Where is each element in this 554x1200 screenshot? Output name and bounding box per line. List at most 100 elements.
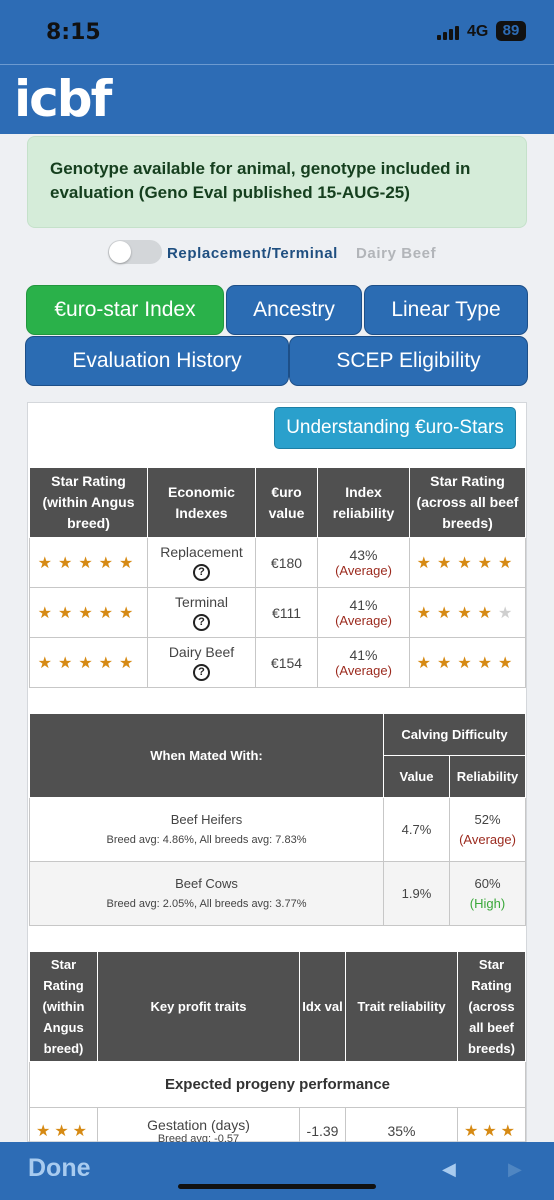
star-icon: ★ xyxy=(78,654,99,672)
star-icons: ★★★★★ xyxy=(38,655,140,672)
calving-value: 1.9% xyxy=(383,861,450,926)
section-expected-progeny-performance: Expected progeny performance xyxy=(29,1061,526,1108)
star-icon: ★ xyxy=(436,554,458,572)
table-row: ★★★★★ Replacement? €180 43% (Average) ★★★… xyxy=(29,537,526,588)
reliability-label: (Average) xyxy=(335,563,392,578)
reliability-value: 41% xyxy=(349,597,378,613)
help-icon[interactable]: ? xyxy=(193,564,210,581)
star-icon: ★ xyxy=(57,654,79,672)
toggle-knob xyxy=(109,241,131,263)
signal-icon xyxy=(437,26,461,40)
header-divider xyxy=(0,64,554,65)
forward-arrow-icon[interactable]: ▶ xyxy=(508,1159,522,1180)
header-key-profit-traits: Key profit traits xyxy=(97,951,300,1062)
star-icon: ★ xyxy=(482,1122,501,1140)
breed-averages: Breed avg: 4.86%, All breeds avg: 7.83% xyxy=(106,833,307,846)
star-icons: ★★★ xyxy=(464,1123,519,1140)
battery-icon: 89 xyxy=(496,21,526,41)
star-icon: ★ xyxy=(436,604,458,622)
index-name: Dairy Beef xyxy=(168,644,235,660)
header-when-mated-with: When Mated With: xyxy=(29,713,384,798)
mating-group: Beef Cows xyxy=(175,875,238,891)
star-icons: ★★★★★ xyxy=(417,605,519,622)
help-icon[interactable]: ? xyxy=(193,664,210,681)
star-icon: ★ xyxy=(119,654,140,672)
star-icon: ★ xyxy=(457,554,478,572)
star-icon: ★ xyxy=(463,1122,483,1140)
star-rating-across: ★★★★★ xyxy=(409,537,526,588)
header-idx-val: Idx val xyxy=(299,951,346,1062)
star-rating-within: ★★★★★ xyxy=(29,587,148,638)
header-star-within: Star Rating (within Angus breed) xyxy=(29,951,98,1062)
header-value: Value xyxy=(383,755,450,798)
star-icon: ★ xyxy=(98,554,120,572)
toggle-label-dairy-beef[interactable]: Dairy Beef xyxy=(356,245,436,262)
star-rating-within: ★★★★★ xyxy=(29,537,148,588)
breed-average: Breed avg: -0.57 xyxy=(157,1132,240,1143)
star-icons: ★★★★★ xyxy=(417,655,519,672)
header-calving-difficulty: Calving Difficulty xyxy=(383,713,526,756)
key-profit-traits-table: Star Rating (within Angus breed) Key pro… xyxy=(29,951,526,1142)
back-arrow-icon[interactable]: ◀ xyxy=(442,1159,456,1180)
understanding-euro-stars-button[interactable]: Understanding €uro-Stars xyxy=(274,407,516,449)
tab-scep-eligibility[interactable]: SCEP Eligibility xyxy=(289,336,528,386)
star-icon: ★ xyxy=(477,654,499,672)
star-icon: ★ xyxy=(78,554,99,572)
star-rating-across: ★★★★★ xyxy=(409,587,526,638)
star-rating-across: ★★★★★ xyxy=(409,637,526,688)
reliability-value: 60% xyxy=(474,875,501,891)
tab-linear-type[interactable]: Linear Type xyxy=(364,285,528,335)
star-icon: ★ xyxy=(119,604,140,622)
breed-averages: Breed avg: 2.05%, All breeds avg: 3.77% xyxy=(106,897,307,910)
tab-ancestry[interactable]: Ancestry xyxy=(226,285,362,335)
star-icon: ★ xyxy=(500,1122,520,1140)
reliability-label: (Average) xyxy=(335,663,392,678)
app-header: 8:15 4G 89 icbf xyxy=(0,0,554,134)
help-icon[interactable]: ? xyxy=(193,614,210,631)
header-trait-reliability: Trait reliability xyxy=(345,951,458,1062)
table-row: Beef Heifers Breed avg: 4.86%, All breeds… xyxy=(29,797,526,862)
star-icon: ★ xyxy=(37,604,58,622)
tab-evaluation-history[interactable]: Evaluation History xyxy=(25,336,289,386)
star-icons: ★★★★★ xyxy=(38,555,140,572)
reliability-value: 41% xyxy=(349,647,378,663)
icbf-logo[interactable]: icbf xyxy=(14,74,112,124)
page-content: Genotype available for animal, genotype … xyxy=(0,134,554,1142)
header-euro-value: €uro value xyxy=(255,467,318,538)
star-rating-across: ★★★ xyxy=(457,1107,526,1142)
star-icon: ★ xyxy=(57,554,79,572)
toggle-label-replacement-terminal[interactable]: Replacement/Terminal xyxy=(167,245,338,262)
star-icon: ★ xyxy=(436,654,458,672)
index-name: Terminal xyxy=(175,594,228,610)
star-icon: ★ xyxy=(477,604,499,622)
star-icon: ★ xyxy=(119,554,140,572)
star-icons: ★★★★★ xyxy=(38,605,140,622)
reliability-label: (Average) xyxy=(335,613,392,628)
table-row: ★★★★★ Dairy Beef? €154 41% (Average) ★★★★… xyxy=(29,637,526,688)
tab-euro-star-index[interactable]: €uro-star Index xyxy=(26,285,224,335)
star-rating-within: ★★★★★ xyxy=(29,637,148,688)
star-icon: ★ xyxy=(37,654,58,672)
header-reliability: Reliability xyxy=(449,755,526,798)
browser-toolbar: Done ◀ ▶ xyxy=(0,1142,554,1200)
economic-index-table: Star Rating (within Angus breed) Economi… xyxy=(29,467,526,688)
done-button[interactable]: Done xyxy=(28,1154,91,1183)
genotype-notice: Genotype available for animal, genotype … xyxy=(27,136,527,228)
euro-value: €180 xyxy=(255,537,318,588)
star-icon: ★ xyxy=(498,604,519,622)
idx-value: -1.39 xyxy=(299,1107,346,1142)
star-icon: ★ xyxy=(416,654,437,672)
status-time: 8:15 xyxy=(46,20,101,45)
star-icon: ★ xyxy=(98,604,120,622)
star-icons: ★★★★★ xyxy=(417,555,519,572)
star-icon: ★ xyxy=(72,1122,92,1140)
star-icon: ★ xyxy=(37,554,58,572)
index-toggle[interactable] xyxy=(108,240,162,264)
trait-reliability: 35% xyxy=(345,1107,458,1142)
star-icon: ★ xyxy=(54,1122,73,1140)
table-row: ★★★ Gestation (days) Breed avg: -0.57 -1.… xyxy=(29,1107,526,1143)
table-row: ★★★★★ Terminal? €111 41% (Average) ★★★★★ xyxy=(29,587,526,638)
header-index-reliability: Index reliability xyxy=(317,467,410,538)
star-rating-within: ★★★ xyxy=(29,1107,98,1142)
section-row: Expected progeny performance xyxy=(29,1061,526,1108)
